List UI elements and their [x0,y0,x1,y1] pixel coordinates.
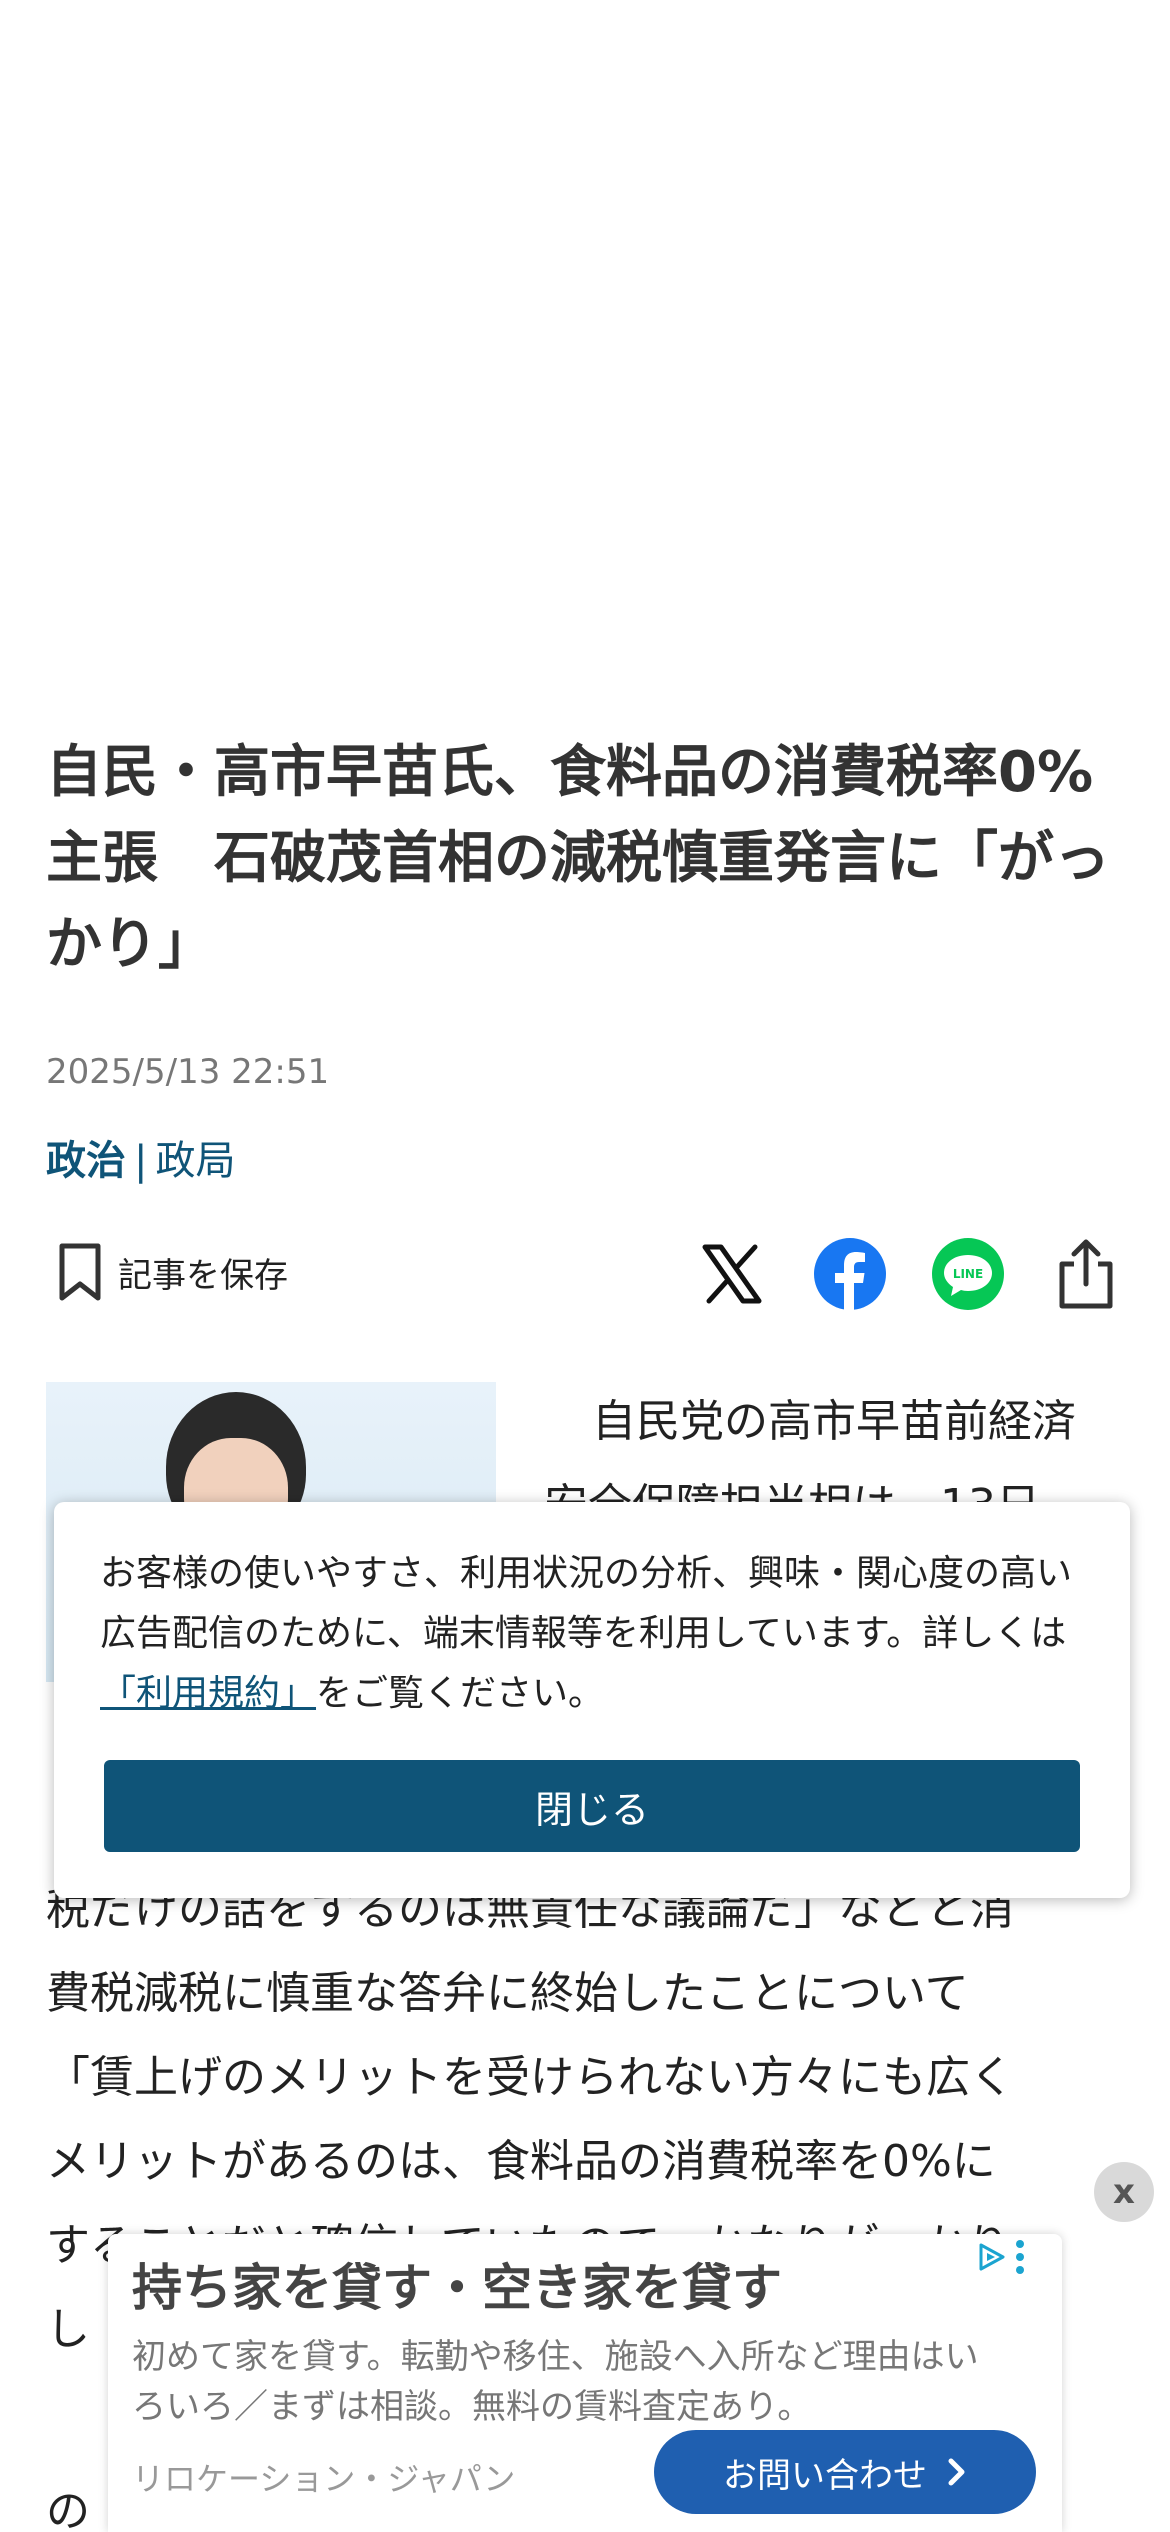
ad-choices[interactable] [976,2240,1024,2274]
ad-cta-label: お問い合わせ [723,2455,927,2496]
save-article-button[interactable]: 記事を保存 [56,1242,288,1302]
category-link-politics[interactable]: 政治 [46,1138,126,1184]
ad-close-button[interactable]: x [1094,2162,1154,2222]
article-headline: 自民・高市早苗氏、食料品の消費税率0%主張 石破茂首相の減税慎重発言に「がっかり… [46,740,1110,977]
ad-cta-button[interactable]: お問い合わせ [654,2430,1036,2514]
terms-link[interactable]: 「利用規約」 [100,1673,316,1714]
consent-text-before: お客様の使いやすさ、利用状況の分析、興味・関心度の高い広告配信のために、端末情報… [100,1553,1073,1654]
consent-text-after: をご覧ください。 [316,1673,605,1714]
ad-description: 初めて家を貸す。転勤や移住、施設へ入所など理由はいろいろ／まずは相談。無料の賃料… [132,2337,979,2427]
article-datetime: 2025/5/13 22:51 [46,1052,330,1092]
facebook-icon [814,1238,886,1311]
facebook-share-button[interactable] [812,1236,888,1312]
save-article-label: 記事を保存 [118,1255,288,1296]
consent-dialog: お客様の使いやすさ、利用状況の分析、興味・関心度の高い広告配信のために、端末情報… [54,1502,1130,1898]
ad-title: 持ち家を貸す・空き家を貸す [132,2259,782,2317]
x-icon [702,1244,762,1304]
category-breadcrumb: 政治 | 政局 [46,1128,235,1186]
top-ad-space [0,0,1170,700]
ad-choices-icon [979,2243,1005,2271]
category-link-political-situation[interactable]: 政局 [155,1138,235,1184]
ad-menu-icon[interactable] [1016,2240,1024,2274]
share-icons: LINE [652,1234,1124,1314]
line-icon: LINE [932,1238,1004,1310]
share-icon [1059,1239,1113,1309]
consent-message: お客様の使いやすさ、利用状況の分析、興味・関心度の高い広告配信のために、端末情報… [100,1544,1090,1724]
line-icon-text: LINE [953,1267,983,1281]
line-share-button[interactable]: LINE [930,1236,1006,1312]
consent-close-button[interactable]: 閉じる [104,1760,1080,1852]
article-body-line: 費税減税に慎重な答弁に終始したことについて [46,1968,969,2019]
bookmark-icon [59,1243,101,1301]
share-button[interactable] [1048,1236,1124,1312]
bottom-ad-banner[interactable]: 持ち家を貸す・空き家を貸す 初めて家を貸す。転勤や移住、施設へ入所など理由はいろ… [108,2234,1062,2532]
article-body-line: 「賃上げのメリットを受けられない方々にも広く [46,2052,1014,2103]
article-toolbar: 記事を保存 LINE [46,1234,1124,1314]
chevron-right-icon [948,2458,965,2486]
article-page: 自民・高市早苗氏、食料品の消費税率0%主張 石破茂首相の減税慎重発言に「がっかり… [0,0,1170,2532]
article-lead-line-1: 自民党の高市早苗前経済 [592,1396,1076,1447]
ad-sponsor: リロケーション・ジャパン [132,2460,516,2498]
category-separator: | [134,1138,148,1184]
article-body-line: メリットがあるのは、食料品の消費税率を0%に [46,2136,996,2187]
x-share-button[interactable] [694,1236,770,1312]
